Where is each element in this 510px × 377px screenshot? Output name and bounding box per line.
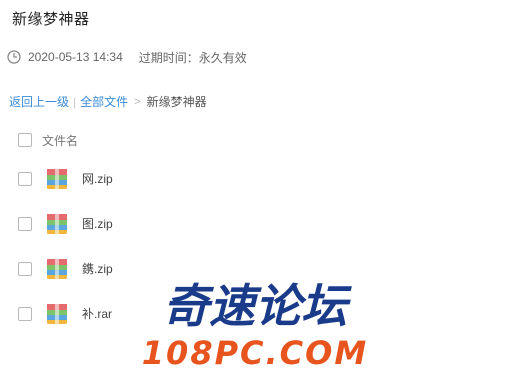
watermark-line1: 奇速论坛 bbox=[163, 279, 352, 333]
clock-icon bbox=[7, 50, 21, 64]
select-all-checkbox[interactable] bbox=[18, 133, 32, 147]
share-expiry: 过期时间：永久有效 bbox=[138, 50, 247, 65]
share-title: 新缘梦神器 bbox=[12, 11, 90, 28]
breadcrumb-arrow: > bbox=[134, 95, 141, 108]
archive-icon bbox=[47, 258, 67, 279]
column-filename: 文件名 bbox=[42, 133, 79, 148]
all-files-link[interactable]: 全部文件 bbox=[80, 93, 128, 110]
share-date: 2020-05-13 14:34 bbox=[28, 50, 123, 64]
archive-icon bbox=[47, 303, 67, 324]
file-checkbox[interactable] bbox=[18, 216, 32, 231]
file-name[interactable]: 图.zip bbox=[82, 215, 113, 232]
breadcrumb-separator: | bbox=[73, 94, 77, 109]
breadcrumb: 返回上一级 | 全部文件 > 新缘梦神器 bbox=[9, 93, 207, 110]
file-name[interactable]: 鎸.zip bbox=[82, 260, 113, 277]
file-list-header: 文件名 bbox=[0, 124, 510, 156]
share-meta: 2020-05-13 14:34 过期时间：永久有效 bbox=[6, 48, 247, 66]
archive-icon bbox=[47, 213, 67, 234]
watermark-line2: 108PC.COM bbox=[142, 334, 368, 372]
file-name[interactable]: 补.rar bbox=[82, 305, 112, 322]
file-name[interactable]: 网.zip bbox=[82, 170, 113, 187]
file-checkbox[interactable] bbox=[18, 171, 32, 186]
file-row[interactable]: 图.zip bbox=[0, 201, 510, 246]
file-checkbox[interactable] bbox=[18, 306, 32, 321]
file-checkbox[interactable] bbox=[18, 261, 32, 276]
archive-icon bbox=[47, 168, 67, 189]
back-link[interactable]: 返回上一级 bbox=[9, 93, 69, 110]
file-row[interactable]: 网.zip bbox=[0, 156, 510, 201]
forum-watermark: 奇速论坛 108PC.COM bbox=[142, 278, 368, 372]
breadcrumb-current: 新缘梦神器 bbox=[146, 95, 207, 109]
